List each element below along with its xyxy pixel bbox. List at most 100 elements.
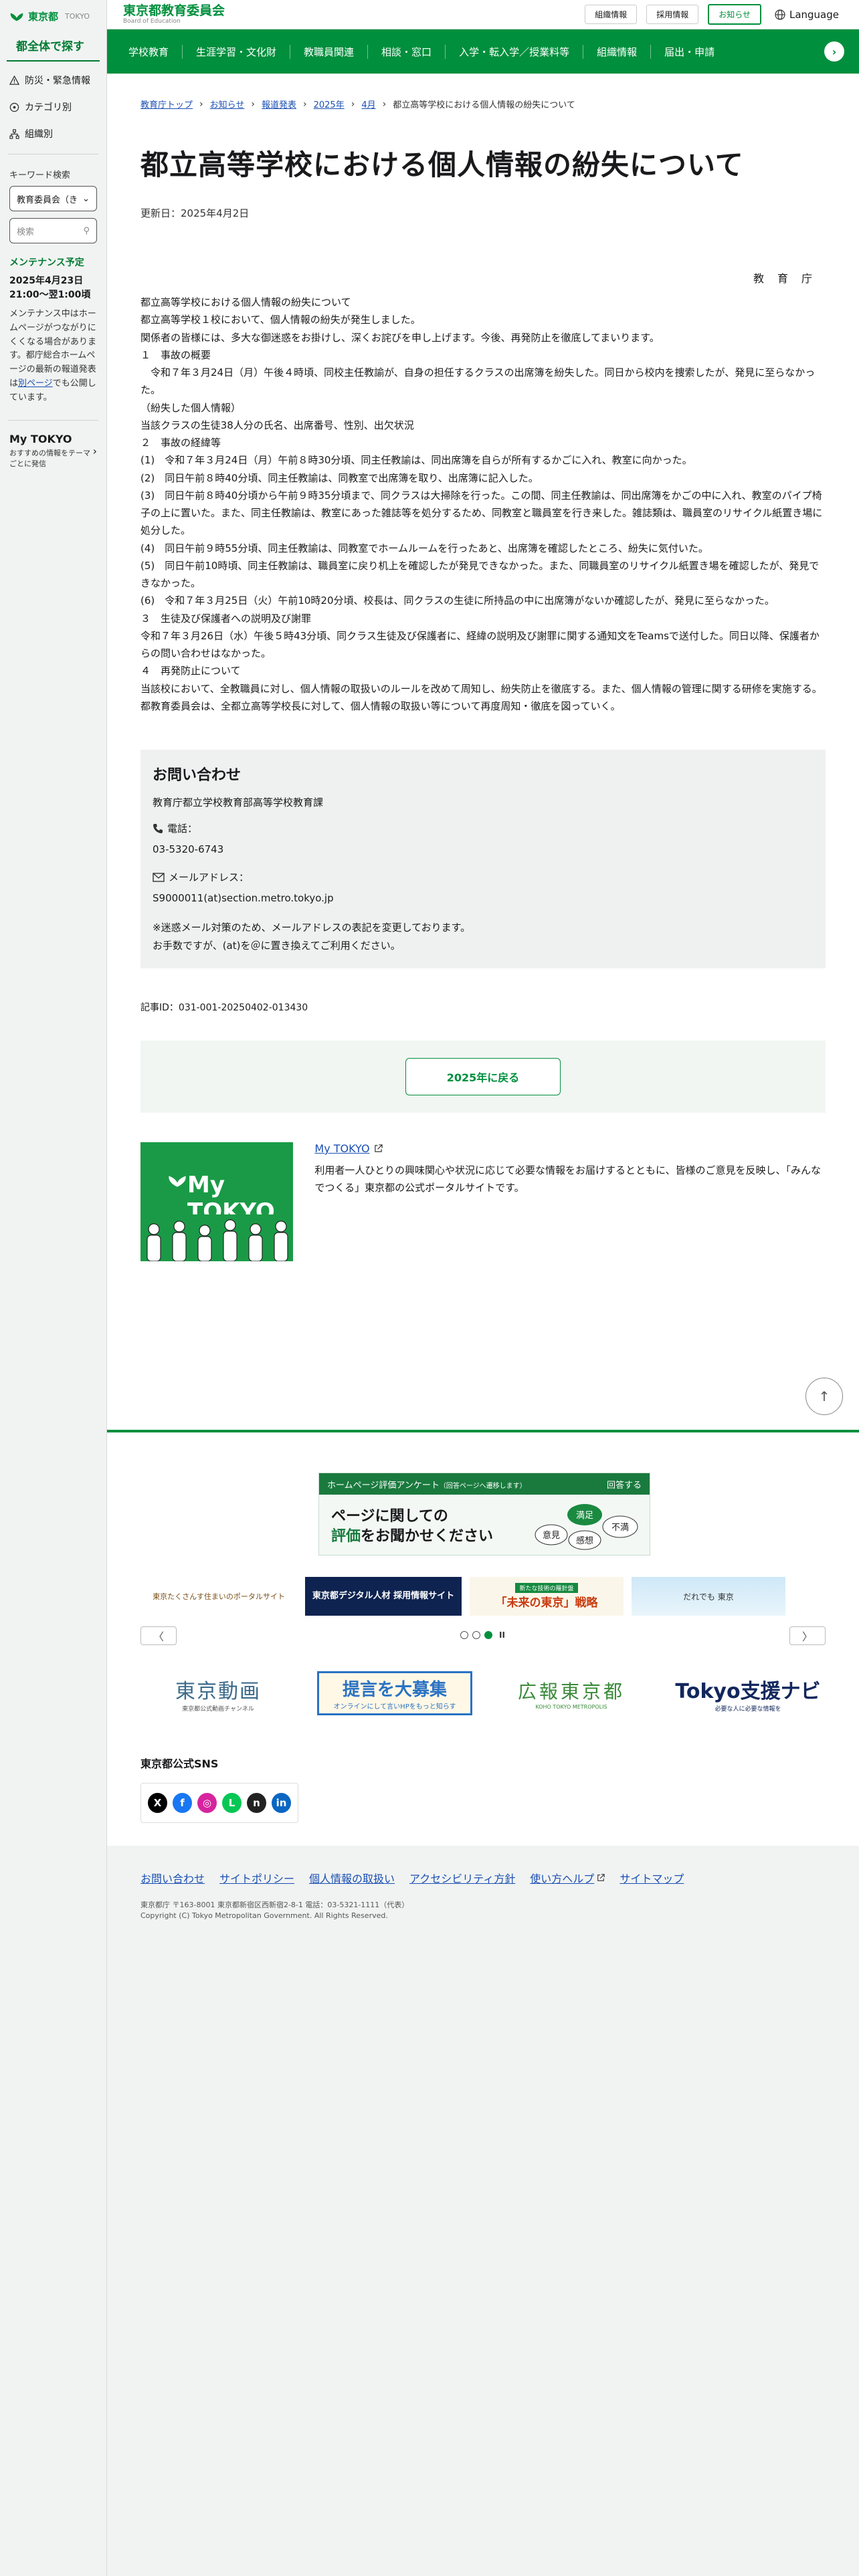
- article-signature: 教育庁: [753, 272, 826, 285]
- banner-text: 東京都デジタル人材 採用情報サイト: [312, 1591, 455, 1602]
- carousel-dot[interactable]: [460, 1631, 468, 1639]
- banner-future-tokyo[interactable]: 新たな技術の羅針盤 「未来の東京」戦略: [470, 1577, 624, 1616]
- gnav-next-button[interactable]: ›: [824, 41, 844, 62]
- contact-mail-row: メールアドレス：: [153, 870, 814, 884]
- linkedin-icon[interactable]: in: [272, 1793, 291, 1813]
- sidebar-item-organization[interactable]: 組織別: [0, 120, 106, 147]
- instagram-icon[interactable]: ◎: [197, 1793, 217, 1813]
- article-paragraph: 関係者の皆様には、多大な御迷惑をお掛けし、深くお詫びを申し上げます。今後、再発防…: [140, 331, 660, 344]
- section-heading: ２ 事故の経緯等: [140, 437, 221, 449]
- banner-tokyo-shien-navi[interactable]: Tokyo支援ナビ 必要な人に必要な情報を: [670, 1671, 826, 1715]
- mytokyo-promo: My TOKYO My TOKYO 利用者一人ひとりの興味関心や状況に応じて必要…: [140, 1142, 826, 1261]
- breadcrumb-item[interactable]: お知らせ: [210, 98, 245, 110]
- contact-org: 教育庁都立学校教育部高等学校教育課: [153, 796, 324, 809]
- gnav-item-lifelong[interactable]: 生涯学習・文化財: [183, 44, 291, 59]
- gnav-item-organization[interactable]: 組織情報: [583, 44, 652, 59]
- site-footer: お問い合わせ サイトポリシー 個人情報の取扱い アクセシビリティ方針 使い方ヘル…: [107, 1846, 859, 2576]
- sidebar-item-disaster[interactable]: 防災・緊急情報: [0, 67, 106, 94]
- breadcrumb-item[interactable]: 2025年: [314, 98, 345, 110]
- survey-line-2-green: 評価: [331, 1527, 361, 1545]
- pause-icon[interactable]: II: [499, 1630, 505, 1640]
- back-to-top-button[interactable]: ↑: [805, 1378, 843, 1415]
- gnav-item-application[interactable]: 届出・申請: [651, 45, 728, 59]
- footer-link-privacy[interactable]: 個人情報の取扱い: [309, 1870, 395, 1886]
- search-scope-value: 教育委員会（き: [17, 195, 78, 205]
- section-heading: ４ 再発防止について: [140, 665, 241, 677]
- site-logo[interactable]: 東京都教育委員会 Board of Education: [123, 4, 225, 25]
- banner-tag: 新たな技術の羅針盤: [515, 1583, 578, 1593]
- survey-bar-title: ホームページ評価アンケート: [327, 1480, 440, 1491]
- breadcrumb-item[interactable]: 教育庁トップ: [140, 98, 193, 110]
- people-illustration: [140, 1214, 294, 1261]
- article-paragraph: 都立高等学校１校において、個人情報の紛失が発生しました。: [140, 314, 421, 326]
- mytokyo-title: My TOKYO: [9, 432, 72, 445]
- carousel-prev-button[interactable]: 〈: [140, 1626, 177, 1645]
- footer-link-sitemap[interactable]: サイトマップ: [619, 1870, 684, 1886]
- chevron-right-icon: ›: [303, 98, 307, 110]
- line-icon[interactable]: L: [222, 1793, 242, 1813]
- sns-title: 東京都公式SNS: [140, 1757, 219, 1770]
- footer-link-help[interactable]: 使い方ヘルプ: [530, 1870, 594, 1886]
- banner-tokyo-douga[interactable]: 東京動画 東京都公式動画チャンネル: [140, 1671, 296, 1715]
- maintenance-title: メンテナンス予定: [9, 257, 84, 268]
- banner-digital-recruit[interactable]: 東京都デジタル人材 採用情報サイト: [305, 1577, 462, 1616]
- utility-news-button[interactable]: お知らせ: [708, 4, 761, 25]
- sidebar-item-label: 組織別: [25, 129, 53, 140]
- banner-title: 東京動画: [175, 1679, 261, 1703]
- article-paragraph: 都教育委員会は、全都立高等学校長に対して、個人情報の取扱い等について再度周知・徹…: [140, 700, 621, 712]
- gnav-item-consult[interactable]: 相談・窓口: [368, 44, 446, 59]
- article-paragraph: 当該校において、全教職員に対し、個人情報の取扱いのルールを改めて周知し、紛失防止…: [140, 682, 822, 695]
- language-button[interactable]: Language: [771, 9, 843, 21]
- breadcrumb-item[interactable]: 4月: [361, 98, 375, 110]
- chevron-right-icon: ›: [199, 98, 203, 110]
- section-heading: １ 事故の概要: [140, 348, 211, 361]
- search-input[interactable]: 検索 ⚲: [9, 218, 97, 243]
- footer-link-policy[interactable]: サイトポリシー: [219, 1870, 294, 1886]
- breadcrumb-item[interactable]: 報道発表: [262, 98, 296, 110]
- carousel-next-button[interactable]: 〉: [789, 1626, 826, 1645]
- arrow-up-icon: ↑: [818, 1388, 830, 1404]
- footer-link-accessibility[interactable]: アクセシビリティ方針: [409, 1870, 515, 1886]
- search-icon[interactable]: ⚲: [83, 226, 90, 236]
- contact-phone-label: 電話：: [167, 823, 198, 835]
- survey-bar-note: （回答ページへ遷移します）: [439, 1482, 527, 1490]
- banner-title: 広報東京都: [517, 1680, 625, 1703]
- banner-housing[interactable]: 東京たくさんす住まいのポータルサイト: [140, 1577, 297, 1616]
- ginkgo-logo-icon: [10, 13, 23, 21]
- banner-koho-tokyo[interactable]: 広報東京都 KOHO TOKYO METROPOLIS: [494, 1671, 649, 1715]
- maintenance-link[interactable]: 別ページ: [18, 379, 53, 389]
- gnav-item-staff[interactable]: 教職員関連: [290, 44, 369, 59]
- carousel-dot[interactable]: [472, 1631, 480, 1639]
- back-to-year-button[interactable]: 2025年に戻る: [405, 1058, 561, 1095]
- banner-text: だれでも 東京: [683, 1592, 734, 1602]
- mytokyo-banner-image[interactable]: My TOKYO: [140, 1142, 294, 1261]
- keyword-search-label: キーワード検索: [9, 171, 71, 181]
- mytokyo-link[interactable]: My TOKYO: [314, 1142, 826, 1155]
- survey-banner[interactable]: ホームページ評価アンケート（回答ページへ遷移します） 回答する ページに関しての…: [318, 1473, 650, 1555]
- gnav-item-admission[interactable]: 入学・転入学／授業料等: [446, 44, 584, 59]
- sidebar-section-title: 都全体で探す: [7, 31, 100, 62]
- note-icon[interactable]: n: [247, 1793, 266, 1813]
- utility-nav: 組織情報 採用情報 お知らせ Language: [585, 4, 843, 25]
- utility-recruit-button[interactable]: 採用情報: [646, 5, 699, 24]
- bubble-satisfied: 満足: [576, 1511, 593, 1521]
- banner-daredemo-tokyo[interactable]: だれでも 東京: [632, 1577, 785, 1616]
- breadcrumb: 教育庁トップ › お知らせ › 報道発表 › 2025年 › 4月 › 都立高等学校におけ…: [140, 98, 826, 111]
- banner-teigen[interactable]: 提言を大募集 オンラインにして言いHPをもっと知らす: [317, 1671, 472, 1715]
- site-title: 東京都教育委員会: [123, 3, 225, 19]
- tokyo-logo[interactable]: 東京都 TOKYO: [0, 0, 106, 31]
- banner-text: 「未来の東京」戦略: [495, 1596, 598, 1610]
- logo-sub: TOKYO: [65, 12, 90, 21]
- utility-org-button[interactable]: 組織情報: [585, 5, 638, 24]
- sidebar-item-category[interactable]: カテゴリ別: [0, 94, 106, 120]
- bubble-impression: 感想: [576, 1535, 593, 1546]
- gnav-item-school[interactable]: 学校教育: [115, 44, 183, 59]
- chevron-right-icon: ›: [351, 98, 355, 110]
- facebook-icon[interactable]: f: [173, 1793, 192, 1813]
- warning-icon: [9, 75, 19, 85]
- carousel-dot-active[interactable]: [484, 1631, 492, 1639]
- footer-link-contact[interactable]: お問い合わせ: [140, 1870, 205, 1886]
- x-icon[interactable]: X: [148, 1793, 167, 1813]
- search-scope-select[interactable]: 教育委員会（き ⌄: [9, 186, 97, 211]
- sidebar-mytokyo-link[interactable]: My TOKYO おすすめの情報をテーマごとに発信 ›: [0, 427, 106, 470]
